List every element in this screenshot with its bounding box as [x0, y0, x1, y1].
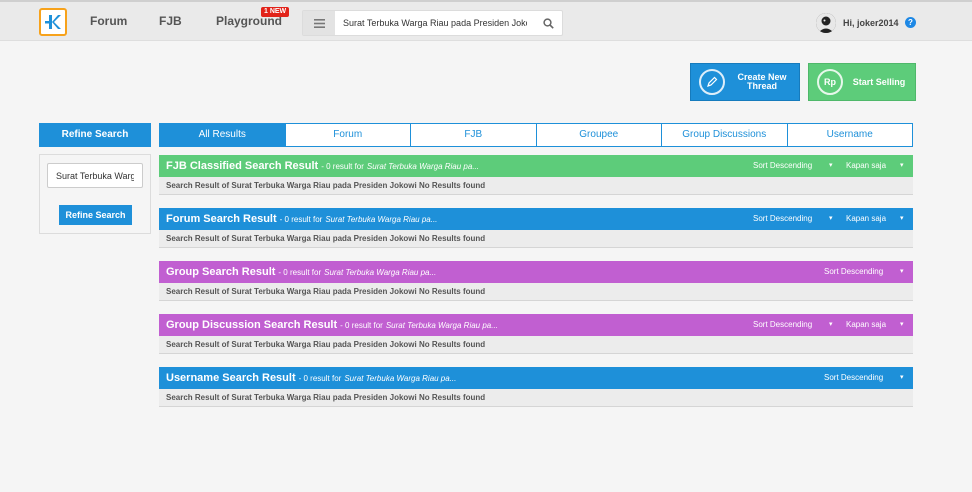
search-icon — [543, 18, 554, 29]
hamburger-icon — [313, 18, 325, 28]
refine-search-panel: Refine Search — [39, 154, 151, 234]
new-badge: 1 NEW — [261, 7, 290, 17]
user-greeting[interactable]: Hi, joker2014 — [843, 18, 899, 28]
avatar[interactable] — [816, 13, 836, 33]
sort-dropdown[interactable]: Sort Descending — [824, 267, 883, 276]
menu-button[interactable] — [303, 11, 335, 35]
section-title: FJB Classified Search Result — [166, 160, 319, 172]
section-title: Username Search Result — [166, 372, 296, 384]
result-count: - 0 result for — [278, 267, 322, 277]
section-title: Group Search Result — [166, 266, 276, 278]
search-button[interactable] — [543, 16, 554, 34]
result-query: Surat Terbuka Warga Riau pa... — [324, 267, 437, 277]
search-bar — [302, 10, 563, 36]
tab-fjb[interactable]: FJB — [411, 124, 537, 146]
username-result-section: Username Search Result - 0 result for Su… — [159, 367, 913, 407]
kaskus-logo[interactable] — [39, 8, 67, 36]
tab-groupee[interactable]: Groupee — [537, 124, 662, 146]
sort-dropdown[interactable]: Sort Descending — [753, 320, 812, 329]
nav-forum[interactable]: Forum — [90, 14, 127, 28]
section-title: Group Discussion Search Result — [166, 319, 338, 331]
chevron-down-icon: ▾ — [829, 321, 833, 328]
chevron-down-icon: ▾ — [900, 215, 904, 222]
result-count: - 0 result for — [279, 214, 323, 224]
forum-result-header: Forum Search Result - 0 result for Surat… — [159, 208, 913, 230]
chevron-down-icon: ▾ — [829, 215, 833, 222]
result-query: Surat Terbuka Warga Riau pa... — [325, 214, 438, 224]
result-message: Search Result of Surat Terbuka Warga Ria… — [159, 336, 913, 354]
top-bar: Forum FJB Playground 1 NEW Hi, joker2014 — [0, 0, 972, 41]
pencil-icon — [699, 69, 725, 95]
rupiah-icon: Rp — [817, 69, 843, 95]
refine-search-heading: Refine Search — [39, 123, 151, 147]
time-dropdown[interactable]: Kapan saja — [846, 161, 886, 170]
chevron-down-icon: ▾ — [900, 374, 904, 381]
tab-group-discussions[interactable]: Group Discussions — [662, 124, 788, 146]
username-result-header: Username Search Result - 0 result for Su… — [159, 367, 913, 389]
forum-result-section: Forum Search Result - 0 result for Surat… — [159, 208, 913, 248]
avatar-image — [816, 13, 836, 33]
result-count: - 0 result for — [298, 373, 342, 383]
result-query: Surat Terbuka Warga Riau pa... — [366, 161, 479, 171]
help-icon[interactable]: ? — [905, 17, 916, 28]
result-message: Search Result of Surat Terbuka Warga Ria… — [159, 283, 913, 301]
chevron-down-icon: ▾ — [829, 162, 833, 169]
tab-forum[interactable]: Forum — [286, 124, 411, 146]
sort-dropdown[interactable]: Sort Descending — [753, 161, 812, 170]
section-title: Forum Search Result — [166, 213, 277, 225]
group-result-header: Group Search Result - 0 result for Surat… — [159, 261, 913, 283]
tab-username[interactable]: Username — [788, 124, 913, 146]
create-thread-label-line2: Thread — [746, 81, 777, 91]
result-message: Search Result of Surat Terbuka Warga Ria… — [159, 177, 913, 195]
chevron-down-icon: ▾ — [900, 162, 904, 169]
result-query: Surat Terbuka Warga Riau pa... — [385, 320, 498, 330]
create-thread-button[interactable]: Create New Thread — [690, 63, 800, 101]
sort-dropdown[interactable]: Sort Descending — [753, 214, 812, 223]
result-count: - 0 result for — [321, 161, 364, 171]
group-discussion-result-section: Group Discussion Search Result - 0 resul… — [159, 314, 913, 354]
result-query: Surat Terbuka Warga Riau pa... — [344, 373, 457, 383]
start-selling-label: Start Selling — [852, 76, 906, 87]
result-count: - 0 result for — [340, 320, 383, 330]
logo-k-icon — [45, 15, 61, 29]
start-selling-button[interactable]: Rp Start Selling — [808, 63, 916, 101]
sort-dropdown[interactable]: Sort Descending — [824, 373, 883, 382]
tab-all-results[interactable]: All Results — [160, 124, 286, 146]
fjb-result-header: FJB Classified Search Result - 0 result … — [159, 155, 913, 177]
refine-search-button[interactable]: Refine Search — [59, 205, 132, 225]
result-tabs: All Results Forum FJB Groupee Group Disc… — [159, 123, 913, 147]
refine-search-input[interactable] — [47, 163, 143, 188]
nav-fjb[interactable]: FJB — [159, 14, 182, 28]
fjb-result-section: FJB Classified Search Result - 0 result … — [159, 155, 913, 195]
time-dropdown[interactable]: Kapan saja — [846, 320, 886, 329]
group-discussion-result-header: Group Discussion Search Result - 0 resul… — [159, 314, 913, 336]
chevron-down-icon: ▾ — [900, 321, 904, 328]
create-thread-label: Create New Thread — [725, 73, 799, 91]
time-dropdown[interactable]: Kapan saja — [846, 214, 886, 223]
result-message: Search Result of Surat Terbuka Warga Ria… — [159, 230, 913, 248]
group-result-section: Group Search Result - 0 result for Surat… — [159, 261, 913, 301]
search-input[interactable] — [343, 15, 527, 31]
chevron-down-icon: ▾ — [900, 268, 904, 275]
result-message: Search Result of Surat Terbuka Warga Ria… — [159, 389, 913, 407]
